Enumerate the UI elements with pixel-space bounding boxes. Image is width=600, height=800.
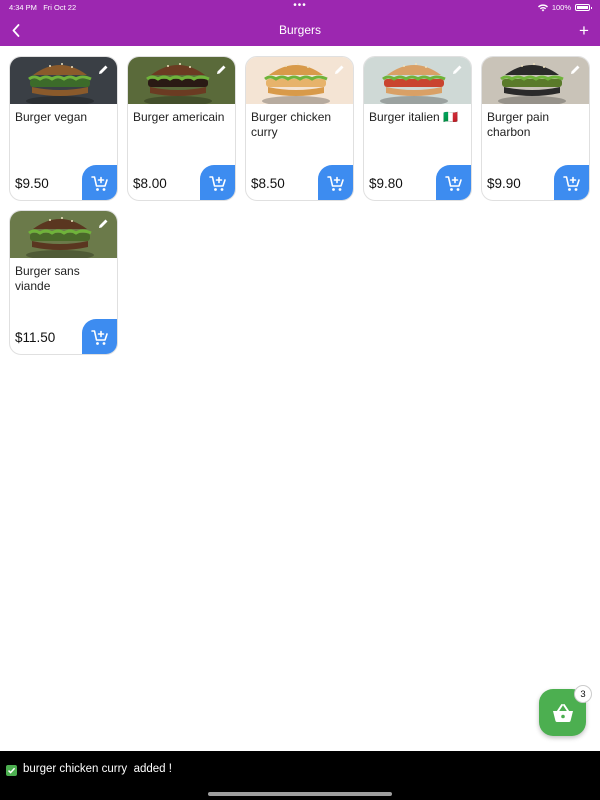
add-to-cart-icon [91,329,108,345]
status-date: Fri Oct 22 [43,3,77,12]
add-to-cart-button[interactable] [200,165,235,200]
status-time: 4:34 PM Fri Oct 22 [9,3,77,12]
add-to-cart-button[interactable] [436,165,471,200]
plus-icon: + [579,20,589,40]
basket-count-badge: 3 [574,685,592,703]
add-to-cart-icon [563,175,580,191]
add-to-cart-button[interactable] [82,319,117,354]
product-card[interactable]: Burger chicken curry $8.50 [245,56,354,201]
battery-icon [575,4,592,11]
app-bar: 4:34 PM Fri Oct 22 ••• 100% Burgers + [0,0,600,46]
status-bar: 4:34 PM Fri Oct 22 ••• 100% [0,0,600,15]
multitasking-dots-icon[interactable]: ••• [293,0,307,11]
product-name: Burger americain [133,110,225,124]
product-price: $9.80 [369,176,403,191]
add-to-cart-icon [327,175,344,191]
add-to-cart-icon [209,175,226,191]
edit-pencil-icon[interactable] [216,64,227,75]
product-name: Burger sans viande [15,264,80,293]
basket-button[interactable]: 3 [539,685,592,736]
page-title: Burgers [278,23,322,37]
add-to-cart-button[interactable] [318,165,353,200]
product-name: Burger vegan [15,110,88,124]
header: Burgers + [0,17,600,45]
battery-percent: 100% [551,3,571,12]
edit-pencil-icon[interactable] [452,64,463,75]
product-price: $8.50 [251,176,285,191]
product-price: $9.90 [487,176,521,191]
product-card[interactable]: Burger pain charbon $9.90 [481,56,590,201]
product-card[interactable]: Burger americain $8.00 [127,56,236,201]
edit-pencil-icon[interactable] [570,64,581,75]
edit-pencil-icon[interactable] [98,218,109,229]
product-price: $9.50 [15,176,49,191]
basket-icon [552,703,573,722]
add-to-cart-button[interactable] [82,165,117,200]
edit-pencil-icon[interactable] [334,64,345,75]
product-card[interactable]: Burger sans viande $11.50 [9,210,118,355]
product-card[interactable]: Burger vegan $9.50 [9,56,118,201]
add-to-cart-icon [445,175,462,191]
product-price: $8.00 [133,176,167,191]
add-to-cart-button[interactable] [554,165,589,200]
wifi-icon [537,3,548,12]
snackbar-message: burger chicken curry added ! [23,763,172,775]
product-name: Burger chicken curry [251,110,332,139]
check-box-icon [6,765,17,776]
add-to-cart-icon [91,175,108,191]
product-price: $11.50 [15,330,56,345]
product-name: Burger italien 🇮🇹 [369,110,458,124]
product-name: Burger pain charbon [487,110,550,139]
add-product-button[interactable]: + [575,19,593,41]
status-indicators: 100% [537,3,592,12]
home-indicator[interactable] [208,792,392,796]
product-card[interactable]: Burger italien 🇮🇹 $9.80 [363,56,472,201]
edit-pencil-icon[interactable] [98,64,109,75]
